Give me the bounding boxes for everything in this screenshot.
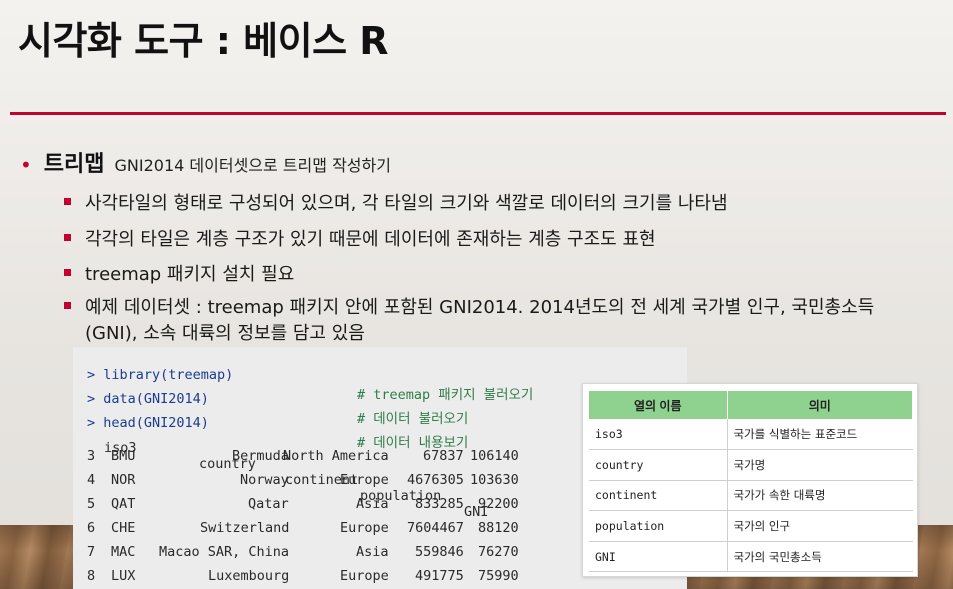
table-header-cell: 열의 이름 (589, 391, 728, 419)
code-line: > head(GNI2014) # 데이터 내용보기 (87, 399, 468, 451)
sub-bullet-continuation: (GNI), 소속 대륙의 정보를 담고 있음 (85, 323, 365, 344)
output-cell-population: 4676305 (407, 472, 464, 488)
table-row: GNI 국가의 국민총소득 (589, 541, 913, 573)
column-meaning-cell: 국가의 인구 (727, 510, 913, 542)
sub-bullet-text: treemap 패키지 설치 필요 (85, 264, 295, 285)
code-line: > data(GNI2014) # 데이터 불러오기 (87, 375, 468, 427)
output-cell-country: Bermuda (232, 448, 289, 464)
sub-bullet-4: 예제 데이터셋 : treemap 패키지 안에 포함된 GNI2014. 20… (64, 295, 874, 347)
table-row: population 국가의 인구 (589, 510, 913, 542)
output-cell-gni: 76270 (478, 544, 519, 560)
column-name-cell: country (589, 449, 728, 481)
output-cell-country: Qatar (248, 496, 289, 512)
output-cell-continent: Europe (340, 472, 389, 488)
bullet-main: • 트리맵 GNI2014 데이터셋으로 트리맵 작성하기 (20, 146, 391, 178)
column-name-cell: iso3 (589, 419, 728, 451)
table-header-row: 열의 이름 의미 (589, 391, 913, 419)
output-cell-population: 67837 (423, 448, 464, 464)
column-meaning-cell: 국가명 (727, 449, 913, 481)
column-meaning-table: 열의 이름 의미 iso3 국가를 식별하는 표준코드 country 국가명 … (582, 383, 918, 577)
output-cell-idx: 8 (87, 568, 96, 584)
output-cell-population: 559846 (415, 544, 464, 560)
output-cell-continent: Asia (356, 496, 389, 512)
square-bullet-icon (64, 198, 71, 205)
slide-title: 시각화 도구 : 베이스 R (18, 19, 389, 63)
output-cell-continent: Asia (356, 544, 389, 560)
output-cell-gni: 88120 (478, 520, 519, 536)
table-header-cell: 의미 (727, 391, 913, 419)
output-cell-continent: Europe (340, 568, 389, 584)
sub-bullet-text: 각각의 타일은 계층 구조가 있기 때문에 데이터에 존재하는 계층 구조도 표… (85, 229, 656, 250)
sub-bullet-3: treemap 패키지 설치 필요 (64, 260, 294, 286)
output-cell-population: 833285 (415, 496, 464, 512)
output-cell-gni: 106140 (470, 448, 519, 464)
output-cell-idx: 7 (87, 544, 96, 560)
output-cell-country: Switzerland (200, 520, 290, 536)
output-cell-country: Macao SAR, China (159, 544, 290, 560)
code-comment: # treemap 패키지 불러오기 (357, 387, 534, 403)
output-cell-idx: 5 (87, 496, 96, 512)
bullet-subtitle: GNI2014 데이터셋으로 트리맵 작성하기 (114, 156, 391, 175)
output-cell-continent: Europe (340, 520, 389, 536)
output-cell-population: 7604467 (407, 520, 464, 536)
output-cell-iso3: BMU (111, 448, 136, 464)
column-meaning-cell: 국가를 식별하는 표준코드 (727, 419, 913, 451)
output-cell-idx: 4 (87, 472, 96, 488)
sub-bullet-text: 예제 데이터셋 : treemap 패키지 안에 포함된 GNI2014. 20… (85, 297, 875, 318)
column-name-cell: GNI (589, 541, 728, 573)
bullet-dot-icon: • (20, 153, 32, 177)
column-meaning-cell: 국가가 속한 대륙명 (727, 480, 913, 512)
column-name-cell: continent (589, 480, 728, 512)
output-cell-iso3: CHE (111, 520, 136, 536)
square-bullet-icon (64, 302, 71, 309)
table-row: continent 국가가 속한 대륙명 (589, 480, 913, 512)
output-cell-population: 491775 (415, 568, 464, 584)
table-row: iso3 국가를 식별하는 표준코드 (589, 419, 913, 451)
sub-bullet-2: 각각의 타일은 계층 구조가 있기 때문에 데이터에 존재하는 계층 구조도 표… (64, 225, 656, 251)
code-line: > library(treemap) # treemap 패키지 불러오기 (87, 351, 533, 403)
square-bullet-icon (64, 234, 71, 241)
output-cell-iso3: NOR (111, 472, 136, 488)
bullet-heading: 트리맵 (43, 152, 105, 177)
output-cell-idx: 6 (87, 520, 96, 536)
output-cell-country: Norway (240, 472, 289, 488)
sub-bullet-text: 사각타일의 형태로 구성되어 있으며, 각 타일의 크기와 색깔로 데이터의 크… (85, 193, 728, 214)
output-cell-gni: 103630 (470, 472, 519, 488)
output-cell-iso3: LUX (111, 568, 136, 584)
square-bullet-icon (64, 269, 71, 276)
title-divider (10, 112, 946, 115)
output-cell-iso3: MAC (111, 544, 136, 560)
column-name-cell: population (589, 510, 728, 542)
output-cell-iso3: QAT (111, 496, 136, 512)
output-cell-country: Luxembourg (208, 568, 290, 584)
table-row: country 국가명 (589, 449, 913, 481)
sub-bullet-1: 사각타일의 형태로 구성되어 있으며, 각 타일의 크기와 색깔로 데이터의 크… (64, 189, 728, 215)
output-cell-gni: 92200 (478, 496, 519, 512)
column-meaning-cell: 국가의 국민총소득 (727, 541, 913, 573)
output-cell-continent: North America (283, 448, 389, 464)
column-meaning-grid: 열의 이름 의미 iso3 국가를 식별하는 표준코드 country 국가명 … (589, 391, 913, 573)
output-cell-gni: 75990 (478, 568, 519, 584)
output-cell-idx: 3 (87, 448, 96, 464)
